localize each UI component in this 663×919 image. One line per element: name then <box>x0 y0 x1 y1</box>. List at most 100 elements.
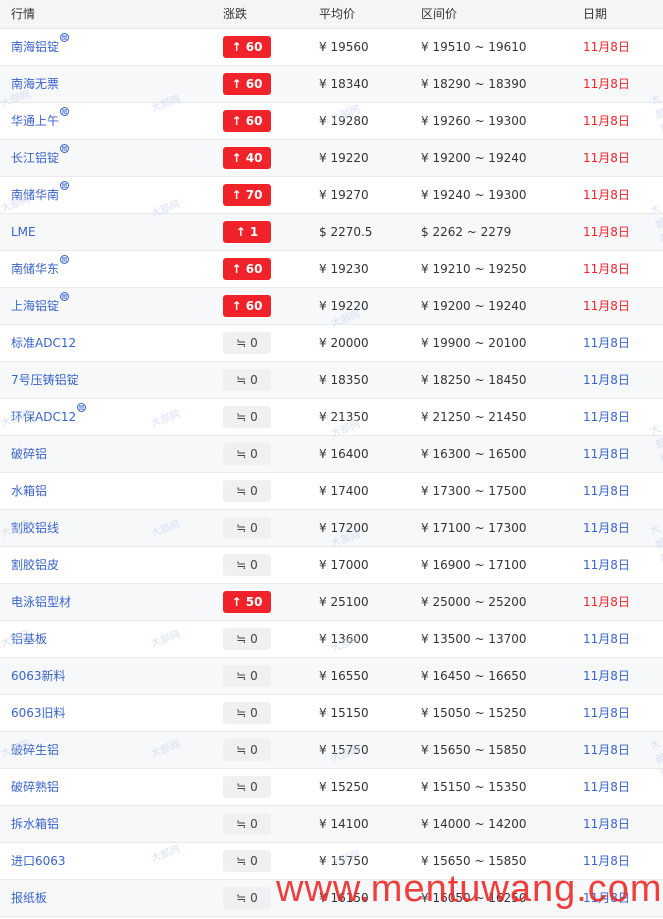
change-flat-badge: ≒ 0 <box>223 887 271 909</box>
change-cell: ≒ 0 <box>223 436 271 472</box>
change-cell: ≒ 0 <box>223 399 271 435</box>
change-flat-badge: ≒ 0 <box>223 665 271 687</box>
chart-badge-icon[interactable]: 图 <box>60 255 70 264</box>
date-cell: 11月8日 <box>583 114 630 128</box>
average-price: ¥ 18350 <box>319 373 369 387</box>
table-row: 南海铝锭图 ↑ 60 ¥ 19560 ¥ 19510 ~ 19610 11月8日 <box>0 29 663 66</box>
market-name-text: LME <box>11 225 36 239</box>
table-row: LME ↑ 1 $ 2270.5 $ 2262 ~ 2279 11月8日 <box>0 214 663 251</box>
date-cell: 11月8日 <box>583 447 630 461</box>
market-name-link[interactable]: 华通上午图 <box>11 103 70 139</box>
table-row: 割胶铝皮 ≒ 0 ¥ 17000 ¥ 16900 ~ 17100 11月8日 <box>0 547 663 584</box>
table-row: 长江铝锭图 ↑ 40 ¥ 19220 ¥ 19200 ~ 19240 11月8日 <box>0 140 663 177</box>
market-name-link[interactable]: 6063旧料 <box>11 695 66 731</box>
price-range: ¥ 19200 ~ 19240 <box>421 299 527 313</box>
average-price: ¥ 14100 <box>319 817 369 831</box>
price-range: ¥ 14000 ~ 14200 <box>421 817 527 831</box>
chart-badge-icon[interactable]: 图 <box>77 403 87 412</box>
market-name-text: 华通上午 <box>11 114 60 128</box>
change-flat-badge: ≒ 0 <box>223 702 271 724</box>
price-range: ¥ 15650 ~ 15850 <box>421 743 527 757</box>
market-name-link[interactable]: 破碎熟铝 <box>11 769 59 805</box>
market-name-text: 7号压铸铝锭 <box>11 373 79 387</box>
market-name-link[interactable]: 割胶铝皮 <box>11 547 59 583</box>
chart-badge-icon[interactable]: 图 <box>60 181 70 190</box>
market-name-link[interactable]: 南储华东图 <box>11 251 70 287</box>
average-price: ¥ 17400 <box>319 484 369 498</box>
change-cell: ≒ 0 <box>223 695 271 731</box>
table-row: 拆水箱铝 ≒ 0 ¥ 14100 ¥ 14000 ~ 14200 11月8日 <box>0 806 663 843</box>
average-price: ¥ 15250 <box>319 780 369 794</box>
change-cell: ↑ 60 <box>223 66 271 102</box>
header-range: 区间价 <box>421 7 458 21</box>
chart-badge-icon[interactable]: 图 <box>60 107 70 116</box>
change-cell: ≒ 0 <box>223 473 271 509</box>
change-cell: ↑ 60 <box>223 251 271 287</box>
market-name-link[interactable]: 长江铝锭图 <box>11 140 70 176</box>
market-name-link[interactable]: 水箱铝 <box>11 473 47 509</box>
market-name-link[interactable]: LME <box>11 214 36 250</box>
date-cell: 11月8日 <box>583 188 630 202</box>
change-cell: ≒ 0 <box>223 806 271 842</box>
market-name-link[interactable]: 进口6063 <box>11 843 66 879</box>
market-name-link[interactable]: 7号压铸铝锭 <box>11 362 79 398</box>
table-row: 6063新料 ≒ 0 ¥ 16550 ¥ 16450 ~ 16650 11月8日 <box>0 658 663 695</box>
market-name-link[interactable]: 拆水箱铝 <box>11 806 59 842</box>
change-up-badge: ↑ 40 <box>223 147 271 169</box>
market-name-text: 6063旧料 <box>11 706 66 720</box>
date-cell: 11月8日 <box>583 336 630 350</box>
chart-badge-icon[interactable]: 图 <box>60 144 70 153</box>
change-flat-badge: ≒ 0 <box>223 480 271 502</box>
change-cell: ≒ 0 <box>223 880 271 916</box>
chart-badge-icon[interactable]: 图 <box>60 292 70 301</box>
average-price: ¥ 16550 <box>319 669 369 683</box>
change-up-badge: ↑ 60 <box>223 258 271 280</box>
date-cell: 11月8日 <box>583 817 630 831</box>
table-row: 南海无票 ↑ 60 ¥ 18340 ¥ 18290 ~ 18390 11月8日 <box>0 66 663 103</box>
date-cell: 11月8日 <box>583 521 630 535</box>
price-range: ¥ 19200 ~ 19240 <box>421 151 527 165</box>
price-range: ¥ 19900 ~ 20100 <box>421 336 527 350</box>
average-price: $ 2270.5 <box>319 225 373 239</box>
market-name-link[interactable]: 电泳铝型材 <box>11 584 71 620</box>
table-row: 破碎熟铝 ≒ 0 ¥ 15250 ¥ 15150 ~ 15350 11月8日 <box>0 769 663 806</box>
market-name-link[interactable]: 破碎铝 <box>11 436 47 472</box>
market-name-link[interactable]: 6063新料 <box>11 658 66 694</box>
change-up-badge: ↑ 60 <box>223 295 271 317</box>
change-flat-badge: ≒ 0 <box>223 406 271 428</box>
date-cell: 11月8日 <box>583 77 630 91</box>
date-cell: 11月8日 <box>583 299 630 313</box>
price-range: ¥ 19510 ~ 19610 <box>421 40 527 54</box>
price-range: ¥ 18250 ~ 18450 <box>421 373 527 387</box>
table-row: 南储华南图 ↑ 70 ¥ 19270 ¥ 19240 ~ 19300 11月8日 <box>0 177 663 214</box>
price-range: ¥ 18290 ~ 18390 <box>421 77 527 91</box>
price-range: ¥ 19210 ~ 19250 <box>421 262 527 276</box>
site-watermark: www.mentuwang.com <box>276 868 663 910</box>
change-flat-badge: ≒ 0 <box>223 332 271 354</box>
change-cell: ≒ 0 <box>223 510 271 546</box>
price-range: ¥ 17100 ~ 17300 <box>421 521 527 535</box>
price-range: ¥ 16450 ~ 16650 <box>421 669 527 683</box>
change-flat-badge: ≒ 0 <box>223 443 271 465</box>
market-name-link[interactable]: 南海铝锭图 <box>11 29 70 65</box>
change-flat-badge: ≒ 0 <box>223 850 271 872</box>
market-name-link[interactable]: 报纸板 <box>11 880 47 916</box>
average-price: ¥ 16400 <box>319 447 369 461</box>
price-range: ¥ 16900 ~ 17100 <box>421 558 527 572</box>
price-range: $ 2262 ~ 2279 <box>421 225 512 239</box>
market-name-text: 上海铝锭 <box>11 299 60 313</box>
change-flat-badge: ≒ 0 <box>223 369 271 391</box>
market-name-link[interactable]: 标准ADC12 <box>11 325 76 361</box>
table-row: 7号压铸铝锭 ≒ 0 ¥ 18350 ¥ 18250 ~ 18450 11月8日 <box>0 362 663 399</box>
average-price: ¥ 20000 <box>319 336 369 350</box>
table-row: 南储华东图 ↑ 60 ¥ 19230 ¥ 19210 ~ 19250 11月8日 <box>0 251 663 288</box>
price-range: ¥ 16300 ~ 16500 <box>421 447 527 461</box>
chart-badge-icon[interactable]: 图 <box>60 33 70 42</box>
change-flat-badge: ≒ 0 <box>223 517 271 539</box>
change-up-badge: ↑ 70 <box>223 184 271 206</box>
date-cell: 11月8日 <box>583 632 630 646</box>
table-header: 行情 涨跌 平均价 区间价 日期 <box>0 0 663 29</box>
date-cell: 11月8日 <box>583 743 630 757</box>
market-name-link[interactable]: 上海铝锭图 <box>11 288 70 324</box>
header-date: 日期 <box>583 7 608 21</box>
